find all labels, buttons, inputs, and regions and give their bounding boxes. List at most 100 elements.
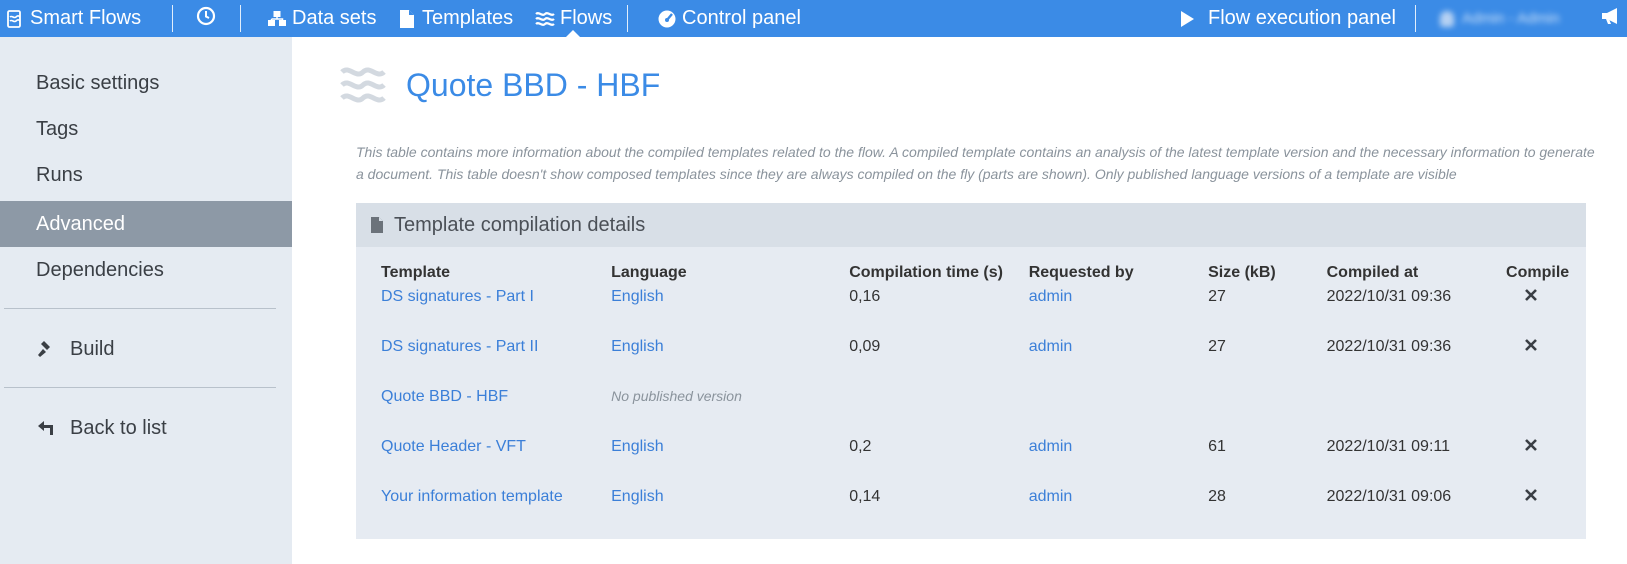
user-name: Admin - Admin: [1462, 10, 1560, 27]
panel-title: Template compilation details: [394, 213, 646, 236]
nav-datasets-label: Data sets: [292, 7, 377, 29]
template-link[interactable]: DS signatures - Part II: [381, 338, 538, 355]
template-link[interactable]: Quote BBD - HBF: [381, 388, 508, 405]
play-icon: [1176, 10, 1198, 28]
compiled-at-value: [1327, 384, 1506, 434]
size-value: 27: [1208, 288, 1226, 305]
user-name-blurred: Admin - Admin: [1440, 10, 1560, 27]
sidebar-build-button[interactable]: Build: [0, 326, 292, 372]
sidebar-item-basic-settings[interactable]: Basic settings: [0, 60, 292, 106]
table-row: DS signatures - Part I English 0,16 admi…: [381, 286, 1586, 334]
table-row: DS signatures - Part II English 0,09 adm…: [381, 334, 1586, 384]
nav-divider: [627, 5, 628, 32]
no-published-version-note: No published version: [611, 388, 742, 404]
compilation-table: Template Language Compilation time (s) R…: [381, 264, 1586, 534]
nav-flows[interactable]: Flows: [534, 0, 612, 37]
nav-flow-execution-label: Flow execution panel: [1208, 7, 1396, 29]
user-icon: [1440, 10, 1454, 27]
template-link[interactable]: Your information template: [381, 488, 563, 505]
sidebar-item-label: Runs: [36, 163, 83, 186]
compiled-at-value: 2022/10/31 09:36: [1326, 338, 1452, 355]
compilation-time: 0,09: [849, 338, 881, 355]
col-size: Size (kB): [1208, 264, 1276, 281]
compilation-time: 0,2: [849, 438, 872, 455]
sidebar-item-runs[interactable]: Runs: [0, 152, 292, 198]
flows-icon: [340, 63, 386, 107]
user-menu[interactable]: Admin - Admin: [1440, 0, 1560, 37]
table-header-row: Template Language Compilation time (s) R…: [381, 264, 1586, 286]
compiled-at-value: 2022/10/31 09:36: [1326, 288, 1452, 305]
sidebar-item-tags[interactable]: Tags: [0, 106, 292, 152]
page-title: Quote BBD - HBF: [406, 66, 661, 103]
remove-compilation-icon[interactable]: [1524, 488, 1538, 502]
sidebar-back-to-list[interactable]: Back to list: [0, 405, 292, 451]
sidebar-item-label: Advanced: [36, 212, 125, 235]
back-arrow-icon: [36, 418, 58, 438]
nav-datasets[interactable]: Data sets: [266, 0, 376, 37]
col-compile: Compile: [1506, 264, 1570, 281]
nav-divider: [172, 5, 173, 32]
col-language: Language: [611, 264, 687, 281]
sidebar-item-label: Dependencies: [36, 258, 164, 281]
template-link[interactable]: Quote Header - VFT: [381, 438, 526, 455]
table-row: Quote Header - VFT English 0,2 admin 61 …: [381, 434, 1586, 484]
datasets-icon: [266, 10, 288, 28]
document-icon: [396, 9, 418, 29]
sidebar-divider: [4, 308, 276, 309]
remove-compilation-icon[interactable]: [1524, 438, 1538, 452]
page-description: This table contains more information abo…: [356, 144, 1595, 182]
requested-by-empty: [1029, 384, 1208, 434]
sidebar-item-dependencies[interactable]: Dependencies: [0, 247, 292, 293]
app-name: Smart Flows: [30, 7, 142, 29]
sidebar-build-label: Build: [70, 337, 115, 360]
language-link[interactable]: English: [611, 488, 663, 505]
panel-header: Template compilation details: [356, 203, 1586, 247]
sidebar-item-advanced[interactable]: Advanced: [0, 201, 292, 247]
top-navbar: Smart Flows Data sets Templates Flows Co…: [0, 0, 1627, 37]
language-link[interactable]: English: [611, 338, 663, 355]
col-template: Template: [381, 264, 451, 281]
remove-compilation-icon[interactable]: [1524, 288, 1538, 302]
template-link[interactable]: DS signatures - Part I: [381, 288, 534, 305]
megaphone-icon: [1600, 6, 1624, 32]
col-compiled-at: Compiled at: [1326, 264, 1419, 281]
requested-by-link[interactable]: admin: [1029, 438, 1073, 455]
compilation-details-panel: Template compilation details Template La…: [356, 203, 1586, 539]
size-value: [1208, 384, 1327, 434]
nav-flow-execution-panel[interactable]: Flow execution panel: [1176, 0, 1396, 37]
requested-by-link[interactable]: admin: [1029, 288, 1073, 305]
nav-divider: [1415, 5, 1416, 32]
app-logo-link[interactable]: Smart Flows: [4, 0, 141, 37]
nav-control-panel[interactable]: Control panel: [656, 0, 801, 37]
compilation-time: 0,14: [849, 488, 881, 505]
nav-templates[interactable]: Templates: [396, 0, 513, 37]
compiled-at-value: 2022/10/31 09:06: [1326, 488, 1452, 505]
sidebar: Basic settings Tags Runs Advanced Depend…: [0, 37, 292, 564]
sidebar-back-label: Back to list: [70, 416, 167, 439]
compilation-time: [849, 384, 1029, 434]
document-icon: [370, 216, 384, 234]
nav-templates-label: Templates: [422, 7, 514, 29]
gauge-icon: [656, 9, 678, 29]
nav-flows-label: Flows: [560, 7, 613, 29]
requested-by-link[interactable]: admin: [1029, 488, 1073, 505]
clock-icon: [196, 6, 216, 32]
nav-divider: [240, 5, 241, 32]
language-link[interactable]: English: [611, 288, 663, 305]
page-header: Quote BBD - HBF: [340, 63, 660, 107]
language-link[interactable]: English: [611, 438, 663, 455]
sidebar-item-label: Basic settings: [36, 71, 160, 94]
smart-flows-logo-icon: [4, 9, 26, 29]
announcements-button[interactable]: [1600, 0, 1624, 37]
size-value: 28: [1208, 488, 1226, 505]
col-requested-by: Requested by: [1028, 264, 1134, 281]
table-row: Your information template English 0,14 a…: [381, 484, 1586, 534]
hammer-icon: [36, 339, 58, 359]
remove-compilation-icon[interactable]: [1524, 338, 1538, 352]
compile-empty: [1506, 384, 1586, 434]
history-button[interactable]: [196, 0, 216, 37]
sidebar-divider: [4, 387, 276, 388]
sidebar-item-label: Tags: [36, 117, 79, 140]
requested-by-link[interactable]: admin: [1029, 338, 1073, 355]
table-row: Quote BBD - HBF No published version: [381, 384, 1586, 434]
